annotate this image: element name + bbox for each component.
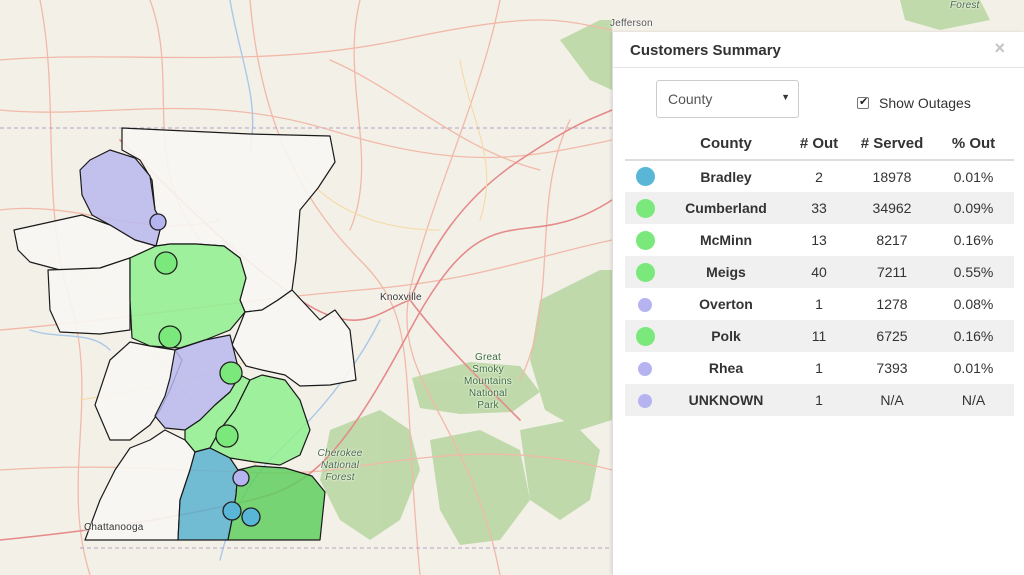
group-by-select-value: County bbox=[668, 91, 713, 107]
table-row[interactable]: Overton 1 1278 0.08% bbox=[625, 288, 1014, 320]
served-cell: 1278 bbox=[876, 296, 908, 312]
color-swatch-cell bbox=[625, 384, 665, 416]
group-by-select[interactable]: County ▼ bbox=[656, 80, 799, 118]
table-header-row: County # Out # Served % Out bbox=[625, 128, 1014, 161]
county-boundaries bbox=[13, 127, 357, 541]
pct-out-cell: 0.09% bbox=[933, 192, 1014, 224]
legend-dot-icon bbox=[635, 326, 655, 346]
column-header-out[interactable]: # Out bbox=[787, 128, 851, 161]
summary-table: County # Out # Served % Out Bradley 2 1897… bbox=[625, 128, 1014, 416]
panel-title: Customers Summary bbox=[630, 42, 781, 59]
pct-out-cell: 0.08% bbox=[953, 296, 994, 312]
show-outages-label: Show Outages bbox=[879, 95, 971, 111]
caret-down-icon: ▼ bbox=[781, 92, 790, 102]
county-name-cell: Overton bbox=[699, 296, 753, 312]
checkmark-icon: ✔ bbox=[859, 96, 869, 108]
pct-out-cell: 0.01% bbox=[953, 168, 994, 185]
show-outages-toggle[interactable]: ✔ Show Outages bbox=[857, 94, 971, 112]
customers-summary-panel: Customers Summary × County ▼ ✔ Show Outa… bbox=[612, 32, 1024, 575]
county-name-cell: Polk bbox=[665, 320, 787, 352]
county-cumberland[interactable] bbox=[129, 243, 247, 349]
served-cell: 7393 bbox=[876, 360, 908, 376]
served-cell: 34962 bbox=[851, 192, 933, 224]
legend-dot-icon bbox=[638, 362, 652, 377]
park-label: Great Smoky Mountains National Park bbox=[464, 352, 512, 411]
county-label-jefferson: Jefferson bbox=[610, 18, 653, 29]
outage-marker-overton[interactable] bbox=[149, 213, 167, 231]
column-header-color bbox=[625, 128, 665, 161]
city-label-chattanooga: Chattanooga bbox=[84, 522, 144, 533]
served-cell: 7211 bbox=[851, 256, 933, 288]
show-outages-checkbox[interactable]: ✔ bbox=[857, 96, 869, 109]
legend-dot-icon bbox=[635, 262, 655, 282]
served-cell: 6725 bbox=[851, 320, 933, 352]
forest-label-top: Forest bbox=[950, 0, 980, 11]
color-swatch-cell bbox=[625, 160, 665, 192]
out-cell: 1 bbox=[787, 384, 851, 416]
column-header-county[interactable]: County bbox=[665, 128, 787, 161]
served-cell: 18978 bbox=[872, 168, 912, 185]
pct-out-cell: 0.16% bbox=[933, 320, 1014, 352]
color-swatch-cell bbox=[625, 320, 665, 352]
summary-table-body: Bradley 2 18978 0.01% Cumberland 33 34962 0.09%… bbox=[625, 160, 1014, 416]
county-name-cell: Meigs bbox=[665, 256, 787, 288]
county-name-cell: Rhea bbox=[708, 360, 744, 376]
outage-marker-rhea[interactable] bbox=[232, 469, 250, 487]
out-cell: 1 bbox=[815, 296, 823, 312]
pct-out-cell: 0.55% bbox=[933, 256, 1014, 288]
pct-out-cell: 0.01% bbox=[953, 360, 994, 376]
color-swatch-cell bbox=[625, 224, 665, 256]
forest-label-cherokee: Cherokee National Forest bbox=[317, 448, 363, 483]
county-name-cell: Bradley bbox=[700, 168, 752, 185]
county-name-cell: UNKNOWN bbox=[665, 384, 787, 416]
legend-dot-icon bbox=[635, 198, 655, 218]
table-row[interactable]: Cumberland 33 34962 0.09% bbox=[625, 192, 1014, 224]
table-row[interactable]: Meigs 40 7211 0.55% bbox=[625, 256, 1014, 288]
served-cell: N/A bbox=[851, 384, 933, 416]
city-label-knoxville: Knoxville bbox=[380, 292, 422, 303]
out-cell: 13 bbox=[811, 232, 827, 248]
column-header-served[interactable]: # Served bbox=[851, 128, 933, 161]
out-cell: 40 bbox=[787, 256, 851, 288]
pct-out-cell: 0.16% bbox=[953, 232, 994, 248]
table-row[interactable]: UNKNOWN 1 N/A N/A bbox=[625, 384, 1014, 416]
served-cell: 8217 bbox=[876, 232, 908, 248]
legend-dot-icon bbox=[635, 167, 655, 186]
legend-dot-icon bbox=[638, 394, 652, 409]
county-west-2[interactable] bbox=[47, 257, 131, 335]
outage-marker-cumberland-2[interactable] bbox=[158, 325, 182, 349]
out-cell: 11 bbox=[787, 320, 851, 352]
table-row[interactable]: McMinn 13 8217 0.16% bbox=[625, 224, 1014, 256]
outage-marker-bradley-1[interactable] bbox=[222, 501, 242, 521]
outage-marker-meigs[interactable] bbox=[219, 361, 243, 385]
out-cell: 2 bbox=[815, 168, 823, 185]
outage-marker-bradley-2[interactable] bbox=[241, 507, 261, 527]
color-swatch-cell bbox=[625, 288, 665, 320]
color-swatch-cell bbox=[625, 192, 665, 224]
out-cell: 33 bbox=[787, 192, 851, 224]
legend-dot-icon bbox=[638, 298, 652, 313]
close-icon[interactable]: × bbox=[994, 39, 1005, 57]
color-swatch-cell bbox=[625, 256, 665, 288]
county-name-cell: McMinn bbox=[699, 232, 753, 248]
legend-dot-icon bbox=[635, 230, 655, 250]
table-row[interactable]: Bradley 2 18978 0.01% bbox=[625, 160, 1014, 192]
table-row[interactable]: Polk 11 6725 0.16% bbox=[625, 320, 1014, 352]
out-cell: 1 bbox=[815, 360, 823, 376]
county-name-cell: Cumberland bbox=[665, 192, 787, 224]
table-row[interactable]: Rhea 1 7393 0.01% bbox=[625, 352, 1014, 384]
color-swatch-cell bbox=[625, 352, 665, 384]
pct-out-cell: N/A bbox=[933, 384, 1014, 416]
outage-marker-cumberland-1[interactable] bbox=[154, 251, 178, 275]
outage-marker-mcminn[interactable] bbox=[215, 424, 239, 448]
panel-header: Customers Summary × bbox=[613, 32, 1024, 68]
panel-controls: County ▼ ✔ Show Outages bbox=[613, 68, 1024, 128]
column-header-pct-out[interactable]: % Out bbox=[933, 128, 1014, 161]
